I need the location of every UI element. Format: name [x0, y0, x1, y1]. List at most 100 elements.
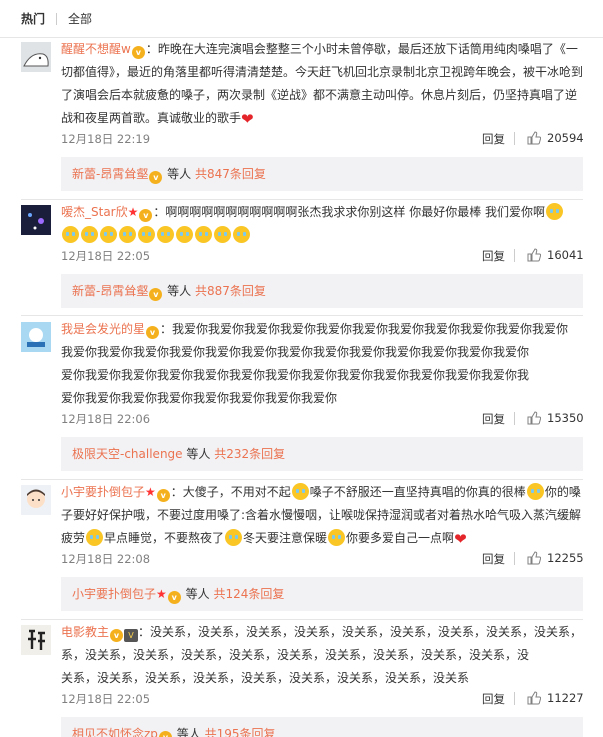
avatar[interactable] [21, 485, 51, 515]
comment-meta: 12月18日 22:06 回复 15350 [61, 411, 584, 427]
like-button[interactable]: 16041 [527, 248, 584, 262]
tab-hot[interactable]: 热门 [21, 10, 45, 27]
thumbs-up-icon [527, 411, 541, 425]
comment-username[interactable]: 小宇要扑倒包子 [61, 485, 145, 499]
member-badge-icon: v [167, 591, 181, 604]
sub-reply-username[interactable]: 小宇要扑倒包子 [72, 587, 156, 601]
smile-emoji-icon [86, 529, 104, 546]
comment-time: 12月18日 22:06 [61, 412, 151, 426]
comment-time: 12月18日 22:19 [61, 132, 151, 146]
smile-emoji-icon [328, 529, 346, 546]
like-button[interactable]: 11227 [527, 691, 584, 705]
avatar[interactable] [21, 205, 51, 235]
thumbs-up-icon [527, 131, 541, 145]
comment-text: 你要多爱自己一点啊 [346, 531, 455, 545]
reply-button[interactable]: 回复 [482, 248, 505, 264]
comment-username[interactable]: 我是会发光的星 [61, 322, 145, 336]
comment-text-line: 爱你我爱你我爱你我爱你我爱你我爱你我爱你我爱你我爱你我爱你我爱你我爱你我爱你我 [61, 368, 530, 382]
sub-reply-count[interactable]: 共124条回复 [213, 587, 284, 601]
meta-divider [514, 249, 515, 262]
star-badge-icon: ★ [145, 485, 156, 499]
like-button[interactable]: 12255 [527, 551, 584, 565]
smile-emoji-icon [225, 529, 243, 546]
sub-reply-username[interactable]: 新蕾-昂霄耸壑 [72, 284, 148, 298]
meta-divider [514, 412, 515, 425]
crying-emoji-icon [119, 226, 136, 243]
crying-emoji-icon [157, 226, 174, 243]
avatar[interactable] [21, 625, 51, 655]
like-count: 15350 [547, 411, 584, 425]
sub-reply-summary[interactable]: 新蕾-昂霄耸壑 v 等人 共847条回复 [61, 157, 583, 191]
sub-reply-text: 等人 [186, 447, 211, 461]
sub-reply-username[interactable]: 新蕾-昂霄耸壑 [72, 167, 148, 181]
crying-emoji-icon [100, 226, 117, 243]
comment-tabs: 热门 全部 [0, 0, 603, 38]
comment-text-line: 关系，没关系，没关系，没关系，没关系，没关系，没关系，没关系，没关系 [61, 671, 470, 685]
crying-emoji-icon [195, 226, 212, 243]
comment-time: 12月18日 22:05 [61, 692, 151, 706]
sub-reply-count[interactable]: 共887条回复 [195, 284, 266, 298]
comment-time: 12月18日 22:05 [61, 249, 151, 263]
comment-text-line: 系，没关系，没关系，没关系，没关系，没关系，没关系，没关系，没关系，没关系，没 [61, 648, 530, 662]
like-button[interactable]: 15350 [527, 411, 584, 425]
reply-button[interactable]: 回复 [482, 551, 505, 567]
sub-reply-username[interactable]: 相见不如怀念zp [72, 727, 158, 737]
vip-badge-icon: V [124, 629, 139, 642]
comment-text-line: 我爱你我爱你我爱你我爱你我爱你我爱你我爱你我爱你我爱你我爱你我爱你我爱你我爱你 [61, 345, 530, 359]
like-count: 11227 [547, 691, 584, 705]
thumbs-up-icon [527, 691, 541, 705]
sub-reply-count[interactable]: 共847条回复 [195, 167, 266, 181]
reply-button[interactable]: 回复 [482, 131, 505, 147]
comment-divider [21, 619, 583, 620]
sub-reply-summary[interactable]: 新蕾-昂霄耸壑 v 等人 共887条回复 [61, 274, 583, 308]
star-badge-icon: ★ [156, 587, 167, 601]
comment-text-line: 爱你我爱你我爱你我爱你我爱你我爱你我爱你我爱你 [61, 391, 338, 405]
member-badge-icon: v [149, 171, 163, 184]
comment-username[interactable]: 醒醒不想醒w [61, 42, 131, 56]
crying-emoji-icon [62, 226, 79, 243]
sub-reply-summary[interactable]: 极限天空-challenge 等人 共232条回复 [61, 437, 583, 471]
avatar[interactable] [21, 322, 51, 352]
thumbs-up-icon [527, 551, 541, 565]
member-badge-icon: v [146, 326, 160, 339]
comment-username[interactable]: 电影教主 [61, 625, 109, 639]
sub-reply-text: 等人 [176, 727, 201, 737]
member-badge-icon: v [139, 209, 153, 222]
sub-reply-username[interactable]: 极限天空-challenge [72, 447, 183, 461]
meta-divider [514, 552, 515, 565]
comment-divider [21, 199, 583, 200]
reply-button[interactable]: 回复 [482, 411, 505, 427]
comment-text-line: ：没关系，没关系，没关系，没关系，没关系，没关系，没关系，没关系，没关系， [138, 625, 583, 639]
sub-reply-count[interactable]: 共232条回复 [214, 447, 285, 461]
sub-reply-count[interactable]: 共195条回复 [205, 727, 276, 737]
sub-reply-summary[interactable]: 相见不如怀念zpv 等人 共195条回复 [61, 717, 583, 737]
sub-reply-text: 等人 [167, 167, 192, 181]
like-button[interactable]: 20594 [527, 131, 584, 145]
sub-reply-text: 等人 [167, 284, 192, 298]
comment-meta: 12月18日 22:19 回复 20594 [61, 131, 584, 147]
sub-reply-summary[interactable]: 小宇要扑倒包子★ v 等人 共124条回复 [61, 577, 583, 611]
comment-text: 冬天要注意保暖 [243, 531, 328, 545]
member-badge-icon: v [158, 731, 172, 737]
thumbs-up-icon [527, 248, 541, 262]
star-badge-icon: ★ [127, 205, 139, 219]
member-badge-icon: v [131, 46, 145, 59]
like-count: 12255 [547, 551, 584, 565]
reply-button[interactable]: 回复 [482, 691, 505, 707]
meta-divider [514, 132, 515, 145]
comment-username[interactable]: 嗳杰_Star欣 [61, 205, 128, 219]
crying-emoji-icon [81, 226, 98, 243]
sub-reply-text: 等人 [185, 587, 210, 601]
crying-emoji-icon [176, 226, 193, 243]
heart-emoji-icon: ❤ [454, 530, 467, 548]
comment-time: 12月18日 22:08 [61, 552, 151, 566]
comment-text-line: ：我爱你我爱你我爱你我爱你我爱你我爱你我爱你我爱你我爱你我爱你我爱你 [160, 322, 569, 336]
comment-text: ：啊啊啊啊啊啊啊啊啊啊啊张杰我求求你别这样 你最好你最棒 我们爱你啊 [153, 205, 546, 219]
avatar[interactable] [21, 42, 51, 72]
tab-divider [56, 12, 58, 25]
tab-all[interactable]: 全部 [68, 10, 92, 27]
blushing-emoji-icon [526, 483, 544, 500]
member-badge-icon: v [149, 288, 163, 301]
comment-text: 早点睡觉，不要熬夜了 [104, 531, 225, 545]
comment-text: 嗓子不舒服还一直坚持真唱的你真的很棒 [309, 485, 526, 499]
